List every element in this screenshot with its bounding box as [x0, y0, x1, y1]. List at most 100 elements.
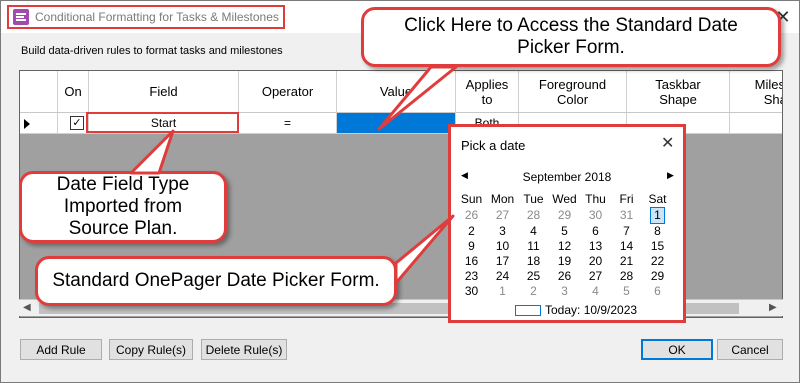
- copy-rules-button[interactable]: Copy Rule(s): [109, 339, 193, 360]
- row-header-corner: [20, 71, 58, 113]
- add-rule-button[interactable]: Add Rule: [20, 339, 102, 360]
- window-title: Conditional Formatting for Tasks & Miles…: [35, 10, 279, 24]
- next-month-icon[interactable]: ▶: [667, 170, 674, 181]
- calendar-week: 30 1 2 3 4 5 6: [456, 284, 673, 299]
- calendar-day[interactable]: 27: [580, 269, 611, 284]
- column-header-operator[interactable]: Operator: [239, 71, 337, 113]
- calendar-day[interactable]: 28: [518, 207, 549, 224]
- weekday-label: Thu: [585, 192, 606, 206]
- calendar-day[interactable]: 29: [642, 269, 673, 284]
- calendar-day[interactable]: 30: [456, 284, 487, 299]
- row-selector[interactable]: [20, 113, 58, 134]
- cancel-button[interactable]: Cancel: [717, 339, 783, 360]
- scroll-left-icon[interactable]: ◀: [23, 302, 31, 313]
- calendar-day[interactable]: 4: [580, 284, 611, 299]
- calendar-day[interactable]: 1: [487, 284, 518, 299]
- calendar-week: 2 3 4 5 6 7 8: [456, 224, 673, 239]
- calendar-day[interactable]: 17: [487, 254, 518, 269]
- cell-operator[interactable]: =: [239, 113, 337, 134]
- calendar-day[interactable]: 29: [549, 207, 580, 224]
- calendar-day[interactable]: 6: [642, 284, 673, 299]
- calendar-month-label: September 2018: [522, 170, 612, 184]
- column-header-on[interactable]: On: [58, 71, 89, 113]
- cell-value[interactable]: [337, 113, 456, 134]
- ok-button[interactable]: OK: [641, 339, 713, 360]
- selected-day-label: 1: [650, 207, 665, 224]
- calendar-day[interactable]: 25: [518, 269, 549, 284]
- field-highlight-box: [86, 112, 239, 133]
- weekday-label: Wed: [552, 192, 577, 206]
- calendar-day[interactable]: 16: [456, 254, 487, 269]
- weekday-label: Mon: [490, 192, 515, 206]
- calendar-day[interactable]: 2: [518, 284, 549, 299]
- dialog-subtitle: Build data-driven rules to format tasks …: [21, 45, 283, 57]
- calendar-day[interactable]: 4: [518, 224, 549, 239]
- calendar-day[interactable]: 6: [580, 224, 611, 239]
- column-header-value[interactable]: Value: [337, 71, 456, 113]
- column-header-field[interactable]: Field: [89, 71, 239, 113]
- calendar-day[interactable]: 18: [518, 254, 549, 269]
- calendar-day[interactable]: 23: [456, 269, 487, 284]
- column-header-applies-to[interactable]: Applies to: [456, 71, 519, 113]
- calendar-day[interactable]: 15: [642, 239, 673, 254]
- cell-milestone-shape[interactable]: [730, 113, 782, 134]
- weekday-label: Sat: [648, 192, 667, 206]
- calendar-day[interactable]: 7: [611, 224, 642, 239]
- date-picker-popup: Pick a date ✕ September 2018 ◀ ▶ Sun Mon…: [448, 124, 686, 323]
- callout-bottom: Standard OnePager Date Picker Form.: [35, 256, 397, 306]
- calendar-day[interactable]: 28: [611, 269, 642, 284]
- calendar-week: 9 10 11 12 13 14 15: [456, 239, 673, 254]
- callout-left-text: Date Field Type Imported from Source Pla…: [56, 174, 190, 239]
- delete-rules-button[interactable]: Delete Rule(s): [201, 339, 287, 360]
- calendar-day[interactable]: 9: [456, 239, 487, 254]
- weekday-label: Fri: [619, 192, 634, 206]
- calendar-week: 26 27 28 29 30 31 1: [456, 207, 673, 224]
- calendar-day[interactable]: 31: [611, 207, 642, 224]
- calendar-day[interactable]: 5: [549, 224, 580, 239]
- calendar-day[interactable]: 11: [518, 239, 549, 254]
- callout-left: Date Field Type Imported from Source Pla…: [19, 171, 227, 243]
- calendar-day[interactable]: 30: [580, 207, 611, 224]
- calendar-day[interactable]: 27: [487, 207, 518, 224]
- calendar-week: 23 24 25 26 27 28 29: [456, 269, 673, 284]
- calendar-day[interactable]: 24: [487, 269, 518, 284]
- app-icon: [13, 9, 29, 25]
- calendar-day[interactable]: 3: [549, 284, 580, 299]
- current-row-arrow-icon: [24, 119, 30, 129]
- callout-top: Click Here to Access the Standard Date P…: [361, 7, 781, 67]
- callout-bottom-text: Standard OnePager Date Picker Form.: [52, 270, 380, 291]
- calendar-day[interactable]: 5: [611, 284, 642, 299]
- on-checkbox[interactable]: ✓: [70, 116, 84, 130]
- today-link[interactable]: Today: 10/9/2023: [515, 303, 637, 317]
- previous-month-icon[interactable]: ◀: [461, 170, 468, 181]
- callout-top-text: Click Here to Access the Standard Date P…: [404, 15, 738, 58]
- weekday-label: Tue: [523, 192, 544, 206]
- picker-title: Pick a date: [461, 138, 526, 153]
- calendar-day[interactable]: 26: [549, 269, 580, 284]
- operator-value: =: [283, 116, 291, 130]
- calendar-day[interactable]: 8: [642, 224, 673, 239]
- calendar-day[interactable]: 26: [456, 207, 487, 224]
- calendar-day[interactable]: 14: [611, 239, 642, 254]
- calendar-day[interactable]: 22: [642, 254, 673, 269]
- calendar-day[interactable]: 20: [580, 254, 611, 269]
- calendar-day[interactable]: 19: [549, 254, 580, 269]
- calendar-day[interactable]: 10: [487, 239, 518, 254]
- column-header-milestone-shape[interactable]: Milestone Shape: [730, 71, 782, 113]
- conditional-formatting-dialog: Conditional Formatting for Tasks & Miles…: [0, 0, 800, 383]
- scroll-right-icon[interactable]: ▶: [769, 302, 777, 313]
- weekday-label: Sun: [460, 192, 483, 206]
- calendar-week: 16 17 18 19 20 21 22: [456, 254, 673, 269]
- calendar-day[interactable]: 13: [580, 239, 611, 254]
- calendar-day[interactable]: 21: [611, 254, 642, 269]
- column-header-taskbar-shape[interactable]: Taskbar Shape: [627, 71, 730, 113]
- column-header-foreground-color[interactable]: Foreground Color: [519, 71, 627, 113]
- today-marker: [515, 305, 541, 317]
- calendar-day-selected[interactable]: 1: [642, 207, 673, 224]
- picker-close-icon[interactable]: ✕: [661, 133, 674, 153]
- calendar-day[interactable]: 12: [549, 239, 580, 254]
- calendar-day[interactable]: 3: [487, 224, 518, 239]
- today-label: Today: 10/9/2023: [545, 303, 638, 317]
- cell-on[interactable]: ✓: [58, 113, 89, 134]
- calendar-day[interactable]: 2: [456, 224, 487, 239]
